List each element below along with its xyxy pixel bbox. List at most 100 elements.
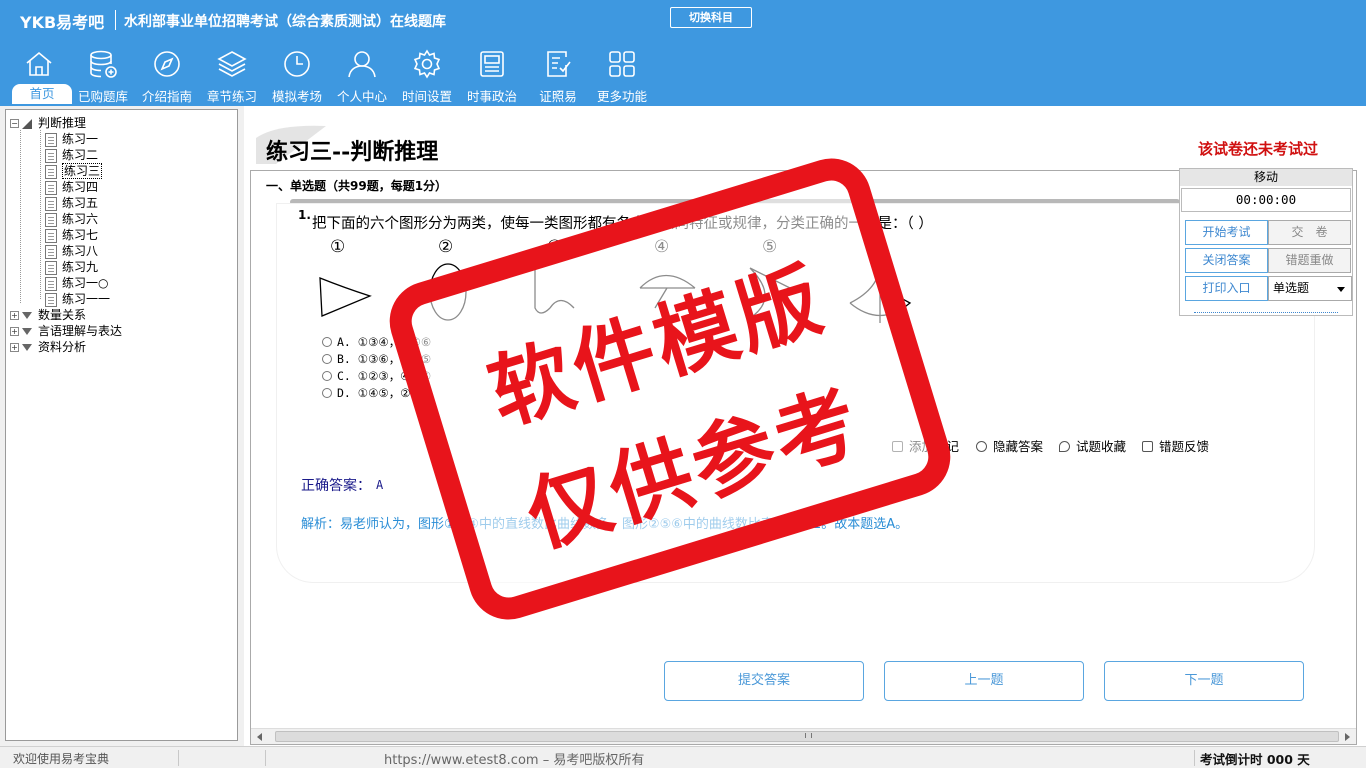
tree-leaf-label: 练习一 [62,132,99,146]
exam-status-text: 该试卷还未考试过 [1198,140,1319,158]
tree-leaf-label: 练习二 [62,148,99,162]
nav-more-functions[interactable]: 更多功能 [589,44,655,104]
scroll-left-icon[interactable] [257,733,262,741]
redo-wrong-button[interactable]: 错题重做 [1268,248,1351,273]
nav-guide[interactable]: 介绍指南 [134,44,200,104]
add-note-button[interactable]: 添加笔记 [892,436,959,455]
tree-leaf-exercise-11[interactable]: 练习一一 [45,291,110,307]
nav-home[interactable]: 首页 [6,44,72,104]
start-exam-button[interactable]: 开始考试 [1185,220,1268,245]
expand-icon[interactable]: + [10,327,19,336]
answer-analysis: 解析：易老师认为，图形①③④中的直线数比曲线数多，图形②⑤⑥中的曲线数比直线数多… [301,517,909,532]
nav-time-settings[interactable]: 时间设置 [394,44,460,104]
tree-leaf-exercise-5[interactable]: 练习五 [45,195,98,211]
nav-more-functions-label: 更多功能 [596,89,647,104]
tree-leaf-exercise-8[interactable]: 练习八 [45,243,98,259]
option-letter: C. [337,369,351,383]
scrollbar-grip-icon [805,733,812,738]
radio-button[interactable] [322,371,332,381]
panel-move-handle[interactable]: 移动 [1180,169,1352,186]
status-divider [265,750,266,766]
chevron-down-icon [1337,287,1345,292]
next-question-button[interactable]: 下一题 [1104,661,1304,701]
expand-icon[interactable]: + [10,311,19,320]
radio-button[interactable] [322,388,332,398]
radio-button[interactable] [322,354,332,364]
nav-guide-label: 介绍指南 [141,89,192,104]
section-header: 一、单选题（共99题，每题1分） [266,179,448,193]
tree-node-verbal[interactable]: + 言语理解与表达 [10,323,122,339]
tree-leaf-exercise-1[interactable]: 练习一 [45,131,98,147]
exam-timer: 00:00:00 [1181,188,1351,212]
option-c[interactable]: C. ①②③，④⑤⑥ [322,368,431,384]
option-d[interactable]: D. ①④⑤，②③⑥ [322,385,431,401]
nav-certificates[interactable]: 证照易 [525,44,591,104]
tool-label: 添加笔记 [909,439,960,454]
tree-node-judgment-reasoning[interactable]: − 判断推理 [10,115,86,131]
horizontal-scrollbar[interactable] [251,728,1356,744]
option-letter: D. [337,386,351,400]
app-logo: YKB易考吧 [20,13,105,32]
collapse-icon[interactable]: − [10,119,19,128]
option-a[interactable]: A. ①③④，②⑤⑥ [322,334,431,350]
expand-icon[interactable]: + [10,343,19,352]
scroll-right-icon[interactable] [1345,733,1350,741]
feedback-icon [1142,441,1153,452]
status-divider [1194,750,1195,766]
option-text: ①③④，②⑤⑥ [357,335,432,349]
heart-icon [1059,441,1070,452]
tree-leaf-exercise-10[interactable]: 练习一○ [45,275,108,291]
tree-node-label: 资料分析 [38,340,87,354]
submit-answer-button[interactable]: 提交答案 [664,661,864,701]
tree-leaf-exercise-4[interactable]: 练习四 [45,179,98,195]
nav-chapter-practice[interactable]: 章节练习 [199,44,265,104]
tree-leaf-exercise-2[interactable]: 练习二 [45,147,98,163]
document-icon [45,196,57,211]
nav-current-affairs-label: 时事政治 [466,89,517,104]
radio-button[interactable] [322,337,332,347]
hand-in-button[interactable]: 交 卷 [1268,220,1351,245]
tree-node-data-analysis[interactable]: + 资料分析 [10,339,86,355]
figure-5 [749,267,791,319]
nav-current-affairs[interactable]: 时事政治 [459,44,525,104]
tree-leaf-label: 练习三 [62,163,103,179]
tree-leaf-label: 练习五 [62,196,99,210]
print-entry-button[interactable]: 打印入口 [1185,276,1268,301]
nav-personal-center[interactable]: 个人中心 [329,44,395,104]
figure-number: ② [438,237,454,257]
hide-answer-button[interactable]: 隐藏答案 [976,436,1043,455]
report-error-button[interactable]: 错题反馈 [1142,436,1209,455]
layers-icon [217,51,247,77]
document-icon [45,132,57,147]
tree-leaf-exercise-7[interactable]: 练习七 [45,227,98,243]
tree-leaf-exercise-9[interactable]: 练习九 [45,259,98,275]
database-icon [90,50,117,78]
user-icon [348,51,376,78]
nav-purchased[interactable]: 已购题库 [70,44,136,104]
option-b[interactable]: B. ①③⑥，②④⑤ [322,351,431,367]
chapter-tree: − 判断推理 练习一 练习二 练习三 练习四 练习五 练习六 练习七 练习八 练习… [5,109,238,741]
switch-subject-button[interactable]: 切换科目 [670,7,752,28]
tree-node-quantitative[interactable]: + 数量关系 [10,307,86,323]
nav-mock-exam[interactable]: 模拟考场 [264,44,330,104]
correct-answer-value: A [376,478,384,492]
question-figures [319,262,912,323]
tool-label: 错题反馈 [1159,439,1210,454]
eye-icon [976,441,987,452]
close-answer-button[interactable]: 关闭答案 [1185,248,1268,273]
chapter-tree-panel: − 判断推理 练习一 练习二 练习三 练习四 练习五 练习六 练习七 练习八 练习… [0,106,244,746]
status-copyright: https://www.etest8.com – 易考吧版权所有 [384,753,645,768]
tree-leaf-label: 练习九 [62,260,99,274]
tree-leaf-exercise-3[interactable]: 练习三 [45,163,103,179]
panel-resize-handle[interactable] [1194,312,1338,313]
page-title: 练习三--判断推理 [266,139,439,165]
figure-1 [319,277,372,317]
question-type-select[interactable]: 单选题 [1268,276,1352,301]
favorite-question-button[interactable]: 试题收藏 [1059,436,1126,455]
tree-leaf-exercise-6[interactable]: 练习六 [45,211,98,227]
question-number: 1. [298,208,311,222]
tree-leaf-label: 练习七 [62,228,99,242]
pencil-icon [892,441,903,452]
previous-question-button[interactable]: 上一题 [884,661,1084,701]
option-letter: B. [337,352,351,366]
